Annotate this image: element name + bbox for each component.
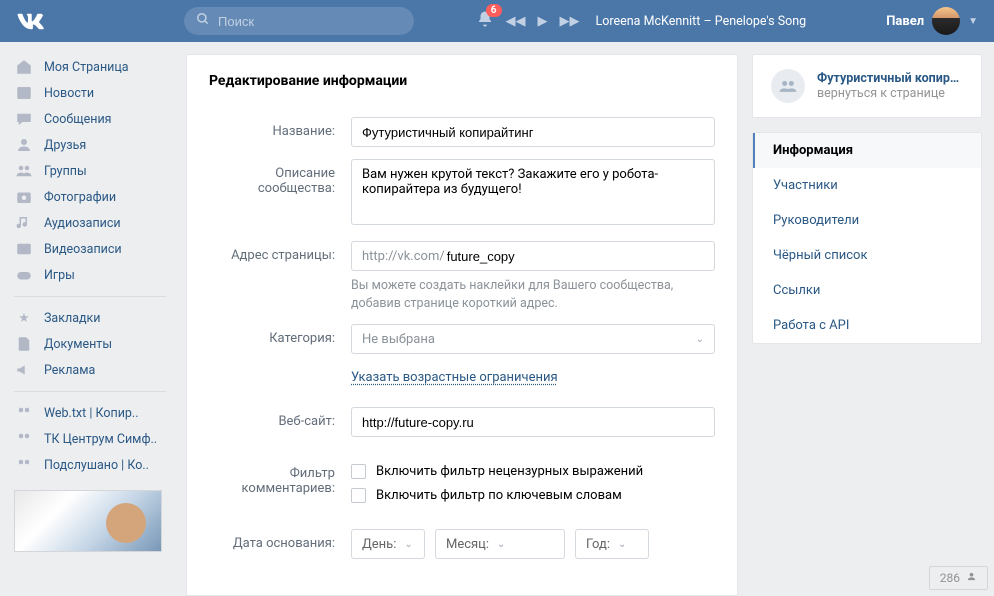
tab-blacklist[interactable]: Чёрный список	[753, 238, 981, 273]
next-track-icon[interactable]: ▶▶	[560, 14, 580, 29]
user-avatar	[932, 7, 960, 35]
group-header-box[interactable]: Футуристичный копирай... вернуться к стр…	[752, 54, 982, 118]
comments-label: Фильтр комментариев:	[209, 459, 351, 496]
nav-photos[interactable]: Фотографии	[8, 184, 172, 210]
top-header: 6 ◀◀ ▶ ▶▶ Loreena McKennitt – Penelope's…	[0, 0, 994, 42]
back-link[interactable]: вернуться к странице	[817, 86, 963, 101]
nav-group-link[interactable]: ТК Центрум Симф..	[8, 426, 172, 452]
prev-track-icon[interactable]: ◀◀	[506, 14, 526, 29]
search-box[interactable]	[184, 7, 414, 35]
date-label: Дата основания:	[209, 529, 351, 551]
name-input[interactable]	[351, 117, 715, 147]
profanity-filter-row: Включить фильтр нецензурных выражений	[351, 459, 715, 483]
nav-divider	[14, 391, 166, 392]
vk-logo[interactable]	[16, 7, 44, 35]
visitor-counter[interactable]: 286	[929, 566, 988, 590]
chevron-down-icon: ⌄	[404, 539, 412, 550]
search-icon	[196, 12, 210, 30]
age-restrictions-link[interactable]: Указать возрастные ограничения	[351, 366, 558, 385]
chevron-down-icon: ⌄	[618, 539, 626, 550]
nav-ads[interactable]: Реклама	[8, 357, 172, 383]
nav-group-link[interactable]: Подслушано | Ко..	[8, 452, 172, 478]
person-icon	[966, 571, 977, 585]
user-name: Павел	[886, 14, 924, 29]
camera-icon	[14, 188, 34, 206]
addr-hint: Вы можете создать наклейки для Вашего со…	[351, 271, 715, 312]
cat-label: Категория:	[209, 324, 351, 346]
nav-friends[interactable]: Друзья	[8, 132, 172, 158]
player-controls: ◀◀ ▶ ▶▶	[506, 14, 580, 29]
nav-games[interactable]: Игры	[8, 262, 172, 288]
gamepad-icon	[14, 266, 34, 284]
nav-audio[interactable]: Аудиозаписи	[8, 210, 172, 236]
nav-documents[interactable]: Документы	[8, 331, 172, 357]
main-content: Редактирование информации Название: Опис…	[186, 54, 738, 596]
page-title: Редактирование информации	[187, 55, 737, 111]
nav-news[interactable]: Новости	[8, 80, 172, 106]
year-select[interactable]: Год:⌄	[575, 529, 649, 559]
keyword-checkbox[interactable]	[351, 488, 366, 503]
nav-groups[interactable]: Группы	[8, 158, 172, 184]
ad-preview-image[interactable]	[14, 490, 162, 552]
search-input[interactable]	[218, 14, 402, 29]
tab-members[interactable]: Участники	[753, 168, 981, 203]
news-icon	[14, 84, 34, 102]
chevron-down-icon: ⌄	[497, 539, 505, 550]
groups-icon	[14, 456, 34, 474]
groups-icon	[14, 404, 34, 422]
desc-label: Описание сообщества:	[209, 159, 351, 196]
url-prefix: http://vk.com/	[352, 249, 445, 264]
site-label: Веб-сайт:	[209, 407, 351, 429]
website-input[interactable]	[351, 407, 715, 437]
group-avatar-icon	[771, 69, 805, 103]
day-select[interactable]: День:⌄	[351, 529, 425, 559]
notifications-button[interactable]: 6	[476, 10, 494, 32]
addr-label: Адрес страницы:	[209, 241, 351, 263]
friends-icon	[14, 136, 34, 154]
profanity-checkbox[interactable]	[351, 464, 366, 479]
settings-tabs: Информация Участники Руководители Чёрный…	[752, 132, 982, 344]
category-select[interactable]: Не выбрана ⌄	[351, 324, 715, 354]
nav-group-link[interactable]: Web.txt | Копир..	[8, 400, 172, 426]
nav-divider	[14, 296, 166, 297]
chevron-down-icon: ⌄	[696, 334, 704, 345]
star-icon: ★	[14, 310, 34, 326]
nav-video[interactable]: Видеозаписи	[8, 236, 172, 262]
tab-api[interactable]: Работа с API	[753, 308, 981, 343]
tab-managers[interactable]: Руководители	[753, 203, 981, 238]
nav-bookmarks[interactable]: ★Закладки	[8, 305, 172, 331]
tab-info[interactable]: Информация	[753, 133, 981, 168]
notif-badge: 6	[486, 4, 502, 17]
url-input-wrap: http://vk.com/	[351, 241, 715, 271]
user-menu[interactable]: Павел ▼	[886, 7, 978, 35]
home-icon	[14, 58, 34, 76]
chevron-down-icon: ▼	[968, 16, 978, 27]
doc-icon	[14, 335, 34, 353]
tab-links[interactable]: Ссылки	[753, 273, 981, 308]
name-label: Название:	[209, 117, 351, 139]
url-input[interactable]	[445, 249, 714, 264]
groups-icon	[14, 430, 34, 448]
left-sidebar: Моя Страница Новости Сообщения Друзья Гр…	[8, 54, 172, 596]
right-sidebar: Футуристичный копирай... вернуться к стр…	[752, 54, 982, 596]
bell-icon	[476, 17, 494, 32]
megaphone-icon	[14, 361, 34, 379]
video-icon	[14, 240, 34, 258]
now-playing[interactable]: Loreena McKennitt – Penelope's Song	[596, 14, 807, 29]
nav-my-page[interactable]: Моя Страница	[8, 54, 172, 80]
keyword-filter-row: Включить фильтр по ключевым словам	[351, 483, 715, 507]
groups-icon	[14, 162, 34, 180]
play-icon[interactable]: ▶	[538, 14, 548, 29]
message-icon	[14, 110, 34, 128]
desc-textarea[interactable]: Вам нужен крутой текст? Закажите его у р…	[351, 159, 715, 225]
group-name: Футуристичный копирай...	[817, 71, 963, 86]
month-select[interactable]: Месяц:⌄	[435, 529, 565, 559]
music-icon	[14, 214, 34, 232]
nav-messages[interactable]: Сообщения	[8, 106, 172, 132]
